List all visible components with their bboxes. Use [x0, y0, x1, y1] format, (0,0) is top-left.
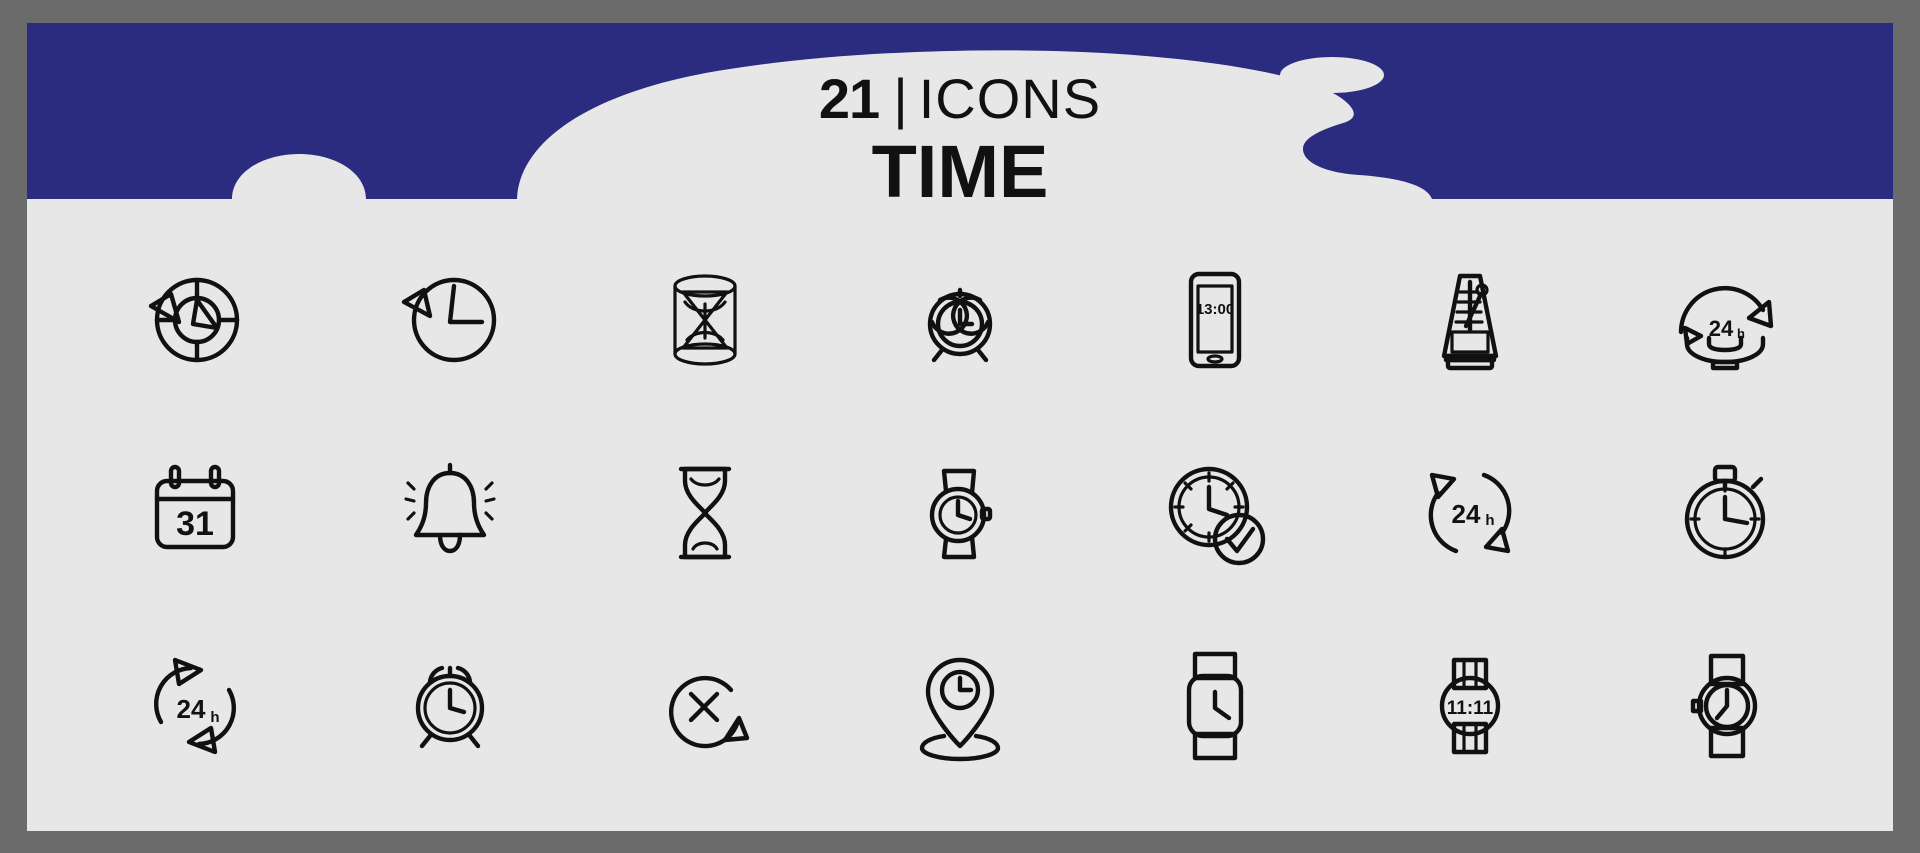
hourglass-cylinder-icon	[673, 274, 737, 366]
icon-cell[interactable]	[322, 223, 577, 416]
poster-header: 21 | ICONS TIME	[27, 23, 1893, 213]
icon-cell[interactable]: 13:00	[1088, 223, 1343, 416]
smartphone-time-icon: 13:00	[1188, 271, 1242, 368]
header-bubble-ellipse	[1280, 57, 1384, 93]
support-24h-phone-icon: 24 h	[1679, 285, 1774, 370]
icon-cell[interactable]	[832, 223, 1087, 416]
digital-watch-icon: 11:11	[1440, 658, 1501, 755]
icon-cell[interactable]	[1343, 223, 1598, 416]
icon-cell[interactable]: 24 h	[67, 610, 322, 803]
icon-cell[interactable]: 24 h	[1343, 416, 1598, 609]
icon-cell[interactable]	[67, 223, 322, 416]
hourglass-sandglass-icon	[678, 466, 732, 560]
support-badge-number: 24	[1709, 316, 1734, 341]
icon-cell[interactable]	[577, 223, 832, 416]
icon-cell[interactable]	[322, 610, 577, 803]
rotation-badge-number: 24	[1452, 499, 1481, 529]
refresh-24h-arrows-icon: 24 h	[153, 658, 236, 755]
clock-check-approved-icon	[1168, 466, 1266, 566]
analog-wristwatch-icon	[1691, 654, 1758, 759]
icon-cell[interactable]	[322, 416, 577, 609]
icon-cell[interactable]	[577, 610, 832, 803]
icon-cell[interactable]: 11:11	[1343, 610, 1598, 803]
smartwatch-icon	[1186, 652, 1244, 761]
icon-cell[interactable]	[1598, 610, 1853, 803]
wristwatch-square-icon	[929, 468, 993, 560]
icon-cell[interactable]	[832, 416, 1087, 609]
icon-cell[interactable]: 24 h	[1598, 223, 1853, 416]
metronome-icon	[1442, 273, 1499, 370]
stopwatch-icon	[1685, 464, 1766, 560]
icon-cell[interactable]	[1088, 416, 1343, 609]
rotation-24h-arrows-icon: 24 h	[1428, 472, 1512, 554]
clock-rewind-arrow-icon	[401, 277, 496, 362]
refresh-badge-number: 24	[176, 694, 205, 724]
alarm-clock-bells-icon	[927, 287, 993, 362]
icon-cell[interactable]	[1088, 610, 1343, 803]
digital-watch-screen-time: 11:11	[1447, 698, 1494, 719]
header-blob-shape	[27, 50, 1893, 213]
cancel-time-arrow-icon	[668, 676, 750, 749]
rotation-badge-suffix: h	[1486, 512, 1495, 529]
calendar-date-number: 31	[176, 505, 214, 543]
icon-grid: 13:00 24 h 31 24 h 24 h 11:11	[27, 213, 1893, 831]
ringing-bell-icon	[404, 462, 496, 554]
icon-cell[interactable]	[1598, 416, 1853, 609]
alarm-clock-round-icon	[415, 666, 484, 749]
smartphone-screen-time: 13:00	[1196, 301, 1234, 318]
location-pin-clock-icon	[919, 658, 1001, 762]
refresh-badge-suffix: h	[210, 709, 219, 726]
icon-cell[interactable]: 31	[67, 416, 322, 609]
clock-counterclockwise-history-icon	[148, 277, 239, 362]
support-badge-suffix: h	[1737, 326, 1745, 341]
icon-cell[interactable]	[577, 416, 832, 609]
icon-cell[interactable]	[832, 610, 1087, 803]
icon-set-poster: 21 | ICONS TIME 13:00 24 h 31 24 h 24 h …	[27, 23, 1893, 831]
calendar-date-icon: 31	[154, 464, 235, 550]
